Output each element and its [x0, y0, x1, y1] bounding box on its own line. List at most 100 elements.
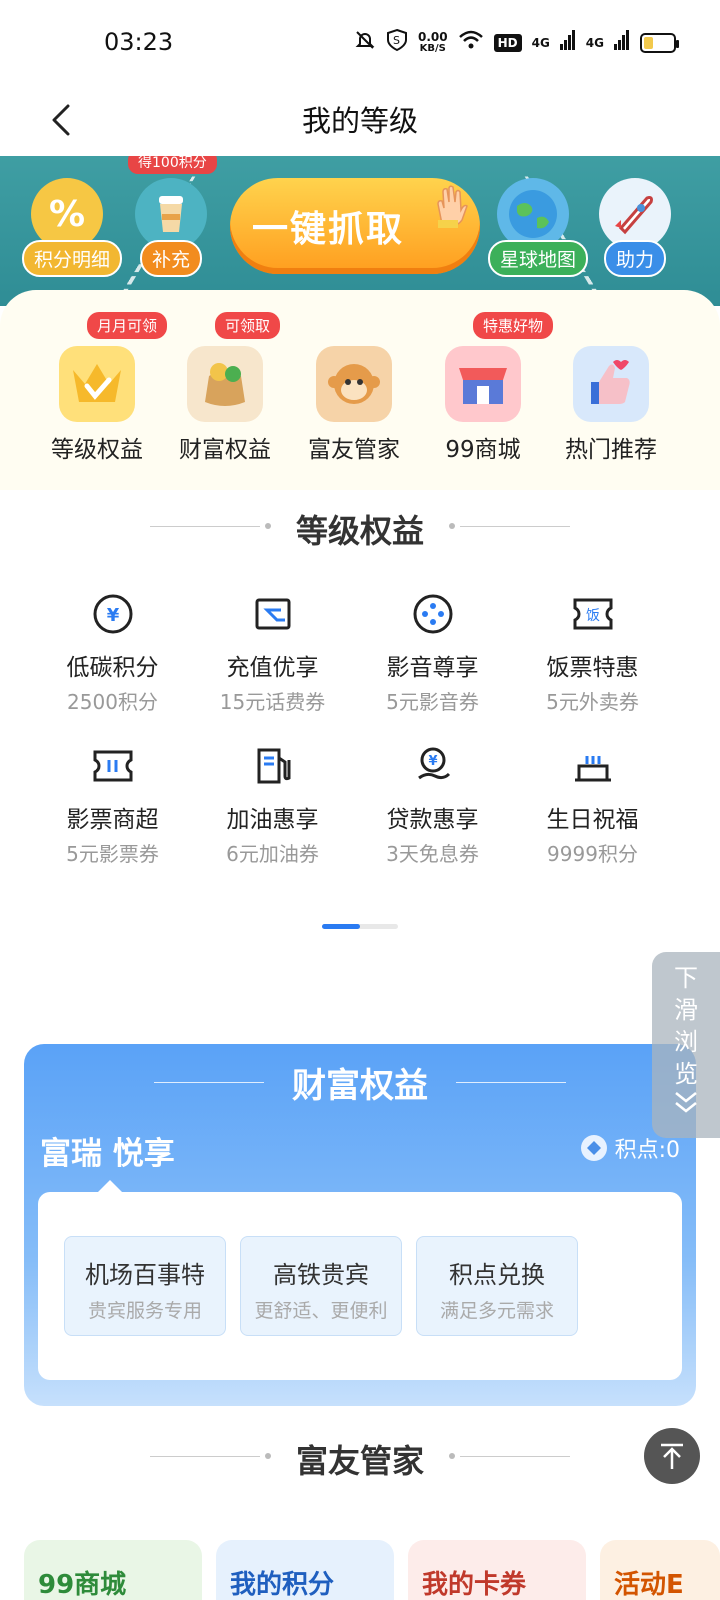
status-time: 03:23	[104, 28, 174, 56]
benefit-name: 低碳积分	[66, 655, 159, 681]
benefits-page-indicator	[322, 924, 398, 929]
quick-label: 等级权益	[51, 437, 143, 463]
page-indicator-active	[322, 924, 360, 929]
benefit-loan[interactable]: ¥ 贷款惠享 3天免息券	[350, 744, 515, 867]
slide-char: 下	[674, 964, 698, 992]
benefit-low-carbon-points[interactable]: ¥ 低碳积分 2500积分	[30, 592, 195, 715]
benefit-sub: 9999积分	[547, 842, 638, 866]
wealth-option-name: 积点兑换	[449, 1261, 545, 1289]
wealth-option-exchange[interactable]: 积点兑换 满足多元需求	[416, 1236, 578, 1336]
quick-label: 富友管家	[308, 437, 400, 463]
quick-badge: 可领取	[215, 312, 281, 339]
fuel-pump-icon	[251, 744, 295, 788]
svg-text:S: S	[393, 34, 400, 47]
slide-char: 滑	[674, 996, 698, 1024]
film-reel-icon	[411, 592, 455, 636]
scroll-browse-tab[interactable]: 下 滑 浏 览	[652, 952, 720, 1138]
quick-badge: 特惠好物	[473, 312, 554, 339]
crown-icon	[59, 346, 135, 422]
benefit-name: 贷款惠享	[386, 807, 479, 833]
benefit-recharge[interactable]: 充值优享 15元话费券	[190, 592, 355, 715]
wealth-option-sub: 更舒适、更便利	[254, 1300, 388, 1322]
benefit-movie-market[interactable]: 影票商超 5元影票券	[30, 744, 195, 867]
quick-label: 热门推荐	[565, 437, 657, 463]
signal-2-label: 4G	[585, 35, 604, 50]
banner-points-detail-label: 积分明细	[22, 240, 123, 277]
benefit-name: 影票商超	[66, 807, 159, 833]
banner-boost-label: 助力	[603, 240, 666, 277]
double-chevron-down-icon	[652, 1090, 720, 1124]
divider-line	[150, 526, 260, 527]
butler-card-activity[interactable]: 活动E	[600, 1540, 720, 1600]
movie-ticket-icon	[91, 744, 135, 788]
wealth-option-airport[interactable]: 机场百事特 贵宾服务专用	[64, 1236, 226, 1336]
benefit-name: 生日祝福	[546, 807, 639, 833]
quick-links-panel: 月月可领 等级权益 可领取 财富权益 富友管家 特惠好物 99商城 热门推荐	[0, 290, 720, 490]
butler-title: 富友管家	[295, 1442, 424, 1480]
butler-card-99-mall[interactable]: 99商城	[24, 1540, 202, 1600]
quick-link-wealth-benefits[interactable]: 可领取 财富权益	[160, 312, 290, 464]
benefit-name: 饭票特惠	[546, 655, 639, 681]
slide-char: 览	[674, 1060, 698, 1088]
banner-supplement[interactable]: 补充	[126, 178, 216, 277]
wifi-icon	[458, 29, 484, 56]
benefit-meal-ticket[interactable]: 饭 饭票特惠 5元外卖券	[510, 592, 675, 715]
divider-line	[150, 1456, 260, 1457]
benefit-sub: 5元影票券	[66, 842, 159, 866]
butler-card-label: 活动E	[614, 1570, 684, 1600]
diamond-icon	[580, 1135, 607, 1161]
svg-text:饭: 饭	[586, 608, 600, 624]
wallet-card-icon	[251, 592, 295, 636]
quick-badge: 月月可领	[87, 312, 168, 339]
benefit-sub: 5元外卖券	[546, 690, 639, 714]
status-icons: S 0.00 KB/S HD 4G 4G	[354, 28, 679, 57]
benefit-sub: 2500积分	[67, 690, 158, 714]
yen-coin-icon: ¥	[91, 592, 135, 636]
svg-text:¥: ¥	[428, 754, 437, 769]
benefit-sub: 6元加油券	[226, 842, 319, 866]
money-bag-icon	[187, 346, 263, 422]
meal-ticket-icon: 饭	[571, 592, 615, 636]
divider-dot	[265, 523, 271, 529]
quick-link-level-benefits[interactable]: 月月可领 等级权益	[32, 312, 168, 464]
butler-card-my-points[interactable]: 我的积分	[216, 1540, 394, 1600]
benefit-media[interactable]: 影音尊享 5元影音券	[350, 592, 515, 715]
divider-line	[460, 1456, 570, 1457]
grab-button-label: 一键抓取	[252, 209, 405, 250]
wealth-benefits-card: 财富权益 富瑞 悦享 积点:0 机场百事特 贵宾服务专用 高铁贵宾 更舒适、更便…	[24, 1044, 696, 1406]
divider-dot	[449, 1453, 455, 1459]
signal-1-icon	[559, 30, 576, 55]
game-banner: % 积分明细 补充 得100积分 一键抓取 星球地图 助力	[0, 156, 720, 306]
wealth-options-panel: 机场百事特 贵宾服务专用 高铁贵宾 更舒适、更便利 积点兑换 满足多元需求	[38, 1180, 682, 1380]
butler-card-label: 我的积分	[230, 1570, 335, 1600]
wealth-option-rail[interactable]: 高铁贵宾 更舒适、更便利	[240, 1236, 402, 1336]
network-speed: 0.00 KB/S	[417, 29, 448, 54]
level-benefits-title: 等级权益	[295, 512, 424, 550]
butler-card-label: 我的卡券	[422, 1570, 527, 1600]
divider-line	[460, 526, 570, 527]
banner-boost[interactable]: 助力	[590, 178, 680, 277]
store-icon	[445, 346, 521, 422]
divider-line	[456, 1082, 566, 1083]
quick-link-hot-recommend[interactable]: 热门推荐	[546, 346, 676, 464]
benefit-name: 充值优享	[226, 655, 319, 681]
signal-1-label: 4G	[531, 35, 550, 50]
butler-card-my-coupons[interactable]: 我的卡券	[408, 1540, 586, 1600]
loan-hand-icon: ¥	[411, 744, 455, 788]
speed-value: 0.00	[417, 29, 448, 44]
wealth-tier-name: 富瑞 悦享	[40, 1136, 175, 1172]
benefit-fuel[interactable]: 加油惠享 6元加油券	[190, 744, 355, 867]
svg-text:¥: ¥	[106, 605, 119, 626]
banner-supplement-label: 补充	[139, 240, 202, 277]
butler-cards: 99商城 我的积分 我的卡券 活动E	[24, 1540, 720, 1600]
quick-link-butler[interactable]: 富友管家	[289, 346, 419, 464]
level-benefits-header: 等级权益	[0, 506, 720, 552]
butler-card-label: 99商城	[38, 1570, 127, 1600]
page-title: 我的等级	[301, 104, 418, 138]
benefit-name: 影音尊享	[386, 655, 479, 681]
one-click-grab-button[interactable]: 一键抓取	[230, 178, 480, 274]
banner-planet-map[interactable]: 星球地图	[488, 178, 589, 277]
banner-points-detail[interactable]: % 积分明细	[22, 178, 123, 277]
benefit-birthday[interactable]: 生日祝福 9999积分	[510, 744, 675, 867]
quick-link-99-mall[interactable]: 特惠好物 99商城	[418, 312, 554, 464]
